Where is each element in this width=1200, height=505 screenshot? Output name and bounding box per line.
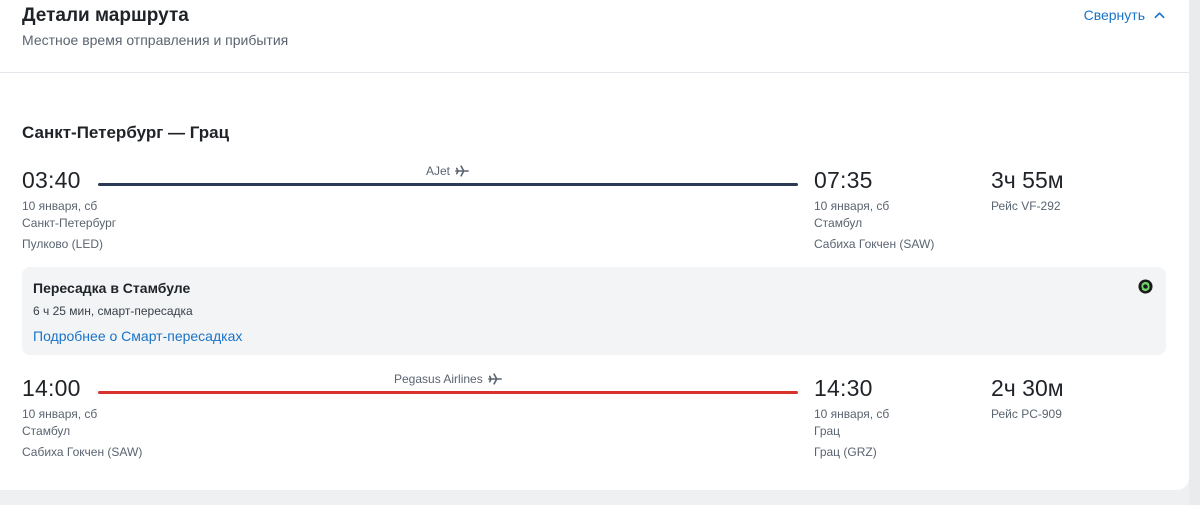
collapse-button[interactable]: Свернуть [1084, 7, 1165, 23]
airline-label: AJet [426, 164, 469, 178]
page-title: Детали маршрута [22, 5, 189, 26]
flight-duration: 3ч 55м [991, 167, 1064, 193]
airline-label: Pegasus Airlines [394, 372, 502, 386]
depart-time: 03:40 [22, 167, 81, 193]
header-divider [0, 72, 1189, 73]
arrive-time: 14:30 [814, 375, 873, 401]
arrive-city: Грац [814, 424, 841, 438]
arrive-airport: Грац (GRZ) [814, 445, 877, 459]
depart-city: Санкт-Петербург [22, 216, 117, 230]
flight-route-line [98, 391, 798, 394]
flight-duration: 2ч 30м [991, 375, 1064, 401]
arrive-city: Стамбул [814, 216, 863, 230]
plane-icon [455, 165, 469, 177]
route-details-card: Детали маршрута Местное время отправлени… [0, 0, 1189, 490]
depart-airport: Пулково (LED) [22, 237, 104, 251]
collapse-label: Свернуть [1083, 7, 1145, 23]
flight-route-line [98, 183, 798, 186]
airline-name: Pegasus Airlines [394, 372, 483, 386]
transfer-title: Пересадка в Стамбуле [33, 280, 191, 296]
flight-number: Рейс PC-909 [991, 407, 1062, 421]
depart-date: 10 января, сб [22, 407, 98, 421]
smart-transfer-icon [1138, 279, 1153, 294]
arrive-time: 07:35 [814, 167, 873, 193]
depart-airport: Сабиха Гокчен (SAW) [22, 445, 143, 459]
depart-time: 14:00 [22, 375, 81, 401]
airline-name: AJet [426, 164, 451, 178]
depart-date: 10 января, сб [22, 199, 98, 213]
page-subtitle: Местное время отправления и прибытия [22, 32, 289, 48]
scrollbar-track[interactable] [1189, 0, 1200, 505]
flight-number: Рейс VF-292 [991, 199, 1061, 213]
chevron-up-icon [1154, 11, 1165, 18]
transfer-info-panel: Пересадка в Стамбуле 6 ч 25 мин, смарт-п… [22, 267, 1166, 355]
transfer-details: 6 ч 25 мин, смарт-пересадка [33, 304, 193, 318]
smart-transfer-info-link[interactable]: Подробнее о Смарт-пересадках [33, 328, 242, 344]
arrive-date: 10 января, сб [814, 407, 890, 421]
depart-city: Стамбул [22, 424, 71, 438]
plane-icon [487, 373, 502, 385]
route-title: Санкт-Петербург — Грац [22, 123, 230, 142]
arrive-date: 10 января, сб [814, 199, 890, 213]
arrive-airport: Сабиха Гокчен (SAW) [814, 237, 935, 251]
